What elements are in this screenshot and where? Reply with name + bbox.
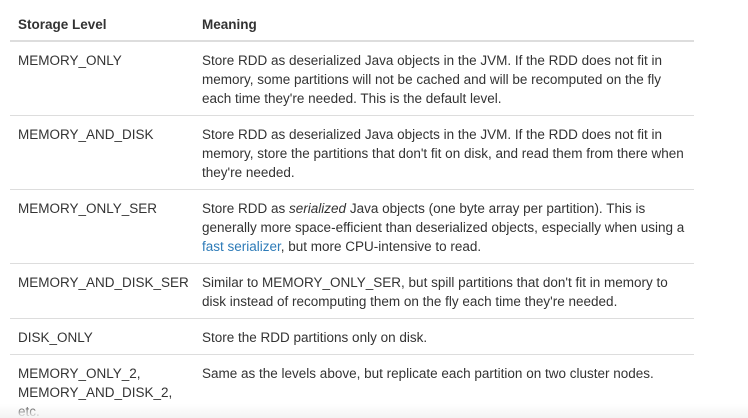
table-row: DISK_ONLY Store the RDD partitions only … bbox=[10, 318, 694, 355]
storage-level-cell: MEMORY_AND_DISK_SER bbox=[10, 263, 194, 319]
header-meaning: Meaning bbox=[194, 6, 694, 42]
storage-level-cell: MEMORY_ONLY_SER bbox=[10, 189, 194, 264]
storage-level-line: MEMORY_ONLY_2, bbox=[18, 366, 141, 381]
meaning-cell: Store RDD as deserialized Java objects i… bbox=[202, 53, 662, 106]
table-row: MEMORY_ONLY_SER Store RDD as serialized … bbox=[10, 189, 694, 264]
table-row: MEMORY_AND_DISK_SER Similar to MEMORY_ON… bbox=[10, 263, 694, 319]
storage-level-cell: DISK_ONLY bbox=[10, 318, 194, 355]
storage-levels-table: Storage Level Meaning MEMORY_ONLY Store … bbox=[10, 6, 694, 418]
meaning-cell: Similar to MEMORY_ONLY_SER, but spill pa… bbox=[194, 263, 694, 319]
table-header-row: Storage Level Meaning bbox=[10, 6, 694, 42]
meaning-cell: Same as the levels above, but replicate … bbox=[194, 354, 694, 418]
table-row: MEMORY_ONLY_2, MEMORY_AND_DISK_2, etc. Sam… bbox=[10, 354, 694, 418]
meaning-cell: Store the RDD partitions only on disk. bbox=[194, 318, 694, 355]
storage-level-line: etc. bbox=[18, 404, 40, 418]
header-storage-level: Storage Level bbox=[10, 6, 194, 42]
storage-level-cell: MEMORY_ONLY bbox=[18, 53, 122, 68]
storage-level-line: MEMORY_AND_DISK_2, bbox=[18, 385, 173, 400]
table-row: MEMORY_AND_DISK Store RDD as deserialize… bbox=[10, 115, 694, 190]
table-row: MEMORY_ONLY Store RDD as deserialized Ja… bbox=[10, 41, 694, 116]
meaning-emphasis: serialized bbox=[289, 201, 347, 216]
storage-levels-page: Storage Level Meaning MEMORY_ONLY Store … bbox=[0, 0, 748, 418]
meaning-text: Store RDD as bbox=[202, 201, 290, 216]
storage-level-cell: MEMORY_AND_DISK bbox=[10, 115, 194, 190]
fast-serializer-link[interactable]: fast serializer bbox=[202, 239, 281, 254]
storage-level-cell: MEMORY_ONLY_2, MEMORY_AND_DISK_2, etc. bbox=[10, 354, 194, 418]
meaning-cell: Store RDD as deserialized Java objects i… bbox=[194, 115, 694, 190]
meaning-text: , but more CPU-intensive to read. bbox=[280, 239, 482, 254]
meaning-cell: Store RDD as serialized Java objects (on… bbox=[194, 189, 694, 264]
